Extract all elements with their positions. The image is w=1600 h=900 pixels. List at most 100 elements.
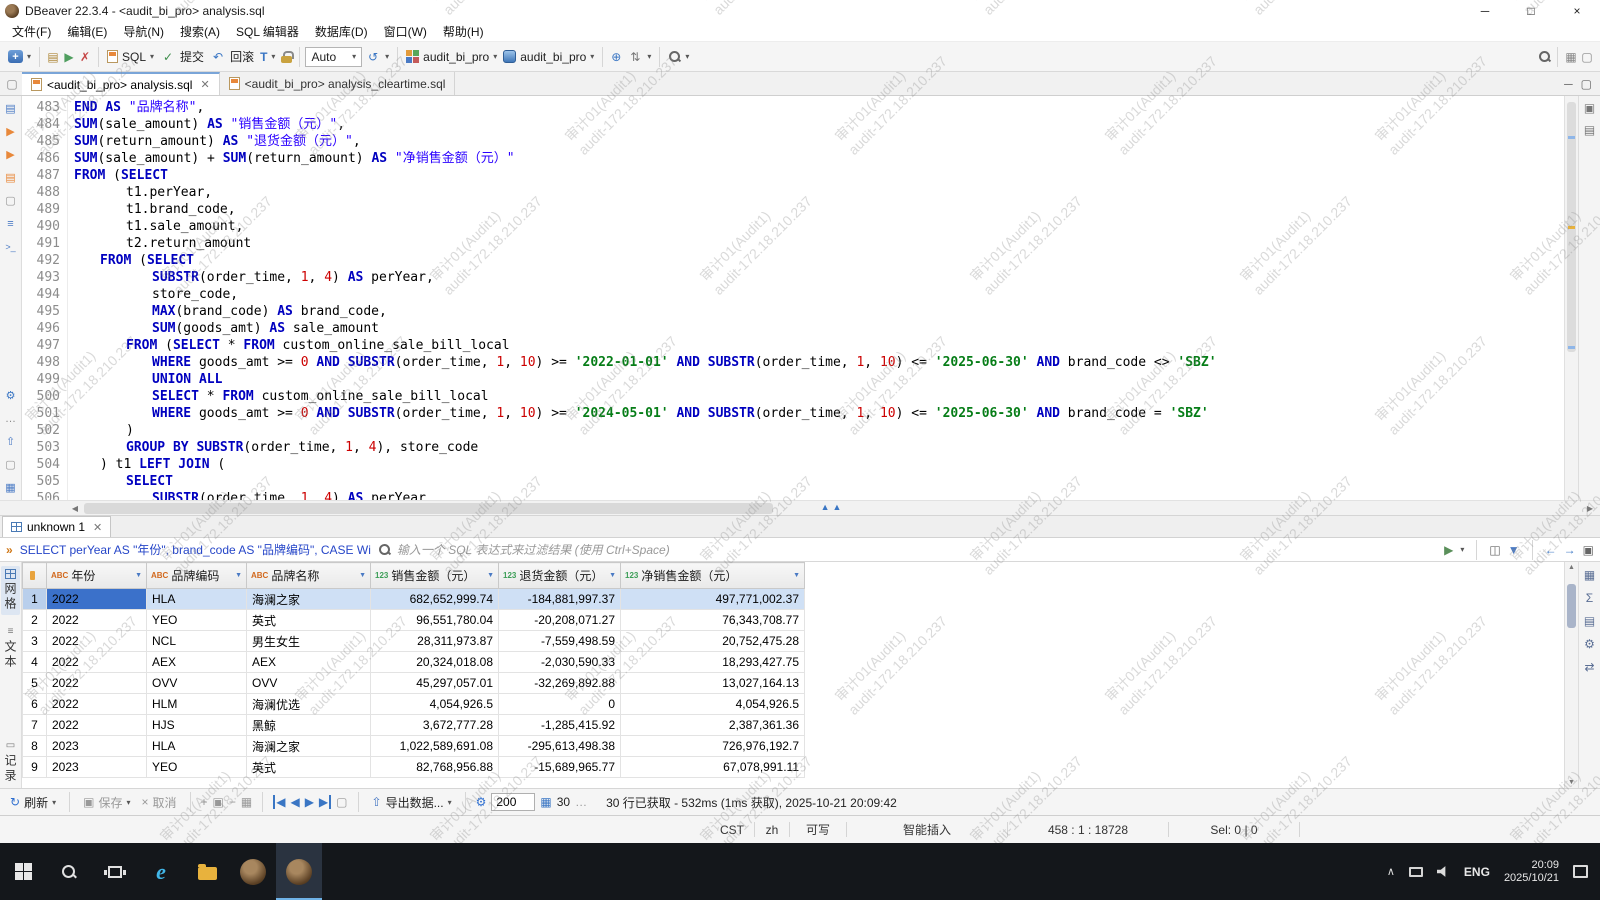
results-tab-unknown1[interactable]: unknown 1 ✕ (2, 516, 111, 537)
grid-cell[interactable]: 20,752,475.28 (621, 631, 805, 652)
execute-script-icon[interactable]: ▶ (3, 147, 19, 162)
column-header[interactable]: ABC年份▼ (47, 563, 147, 589)
perspective-grid-icon[interactable]: ▦ (1563, 49, 1579, 65)
grid-cell[interactable]: 0 (499, 694, 621, 715)
outline-icon[interactable]: ≡ (3, 216, 19, 231)
code-line[interactable]: FROM (SELECT (68, 167, 1564, 184)
grid-cell[interactable]: 497,771,002.37 (621, 589, 805, 610)
new-connection-button[interactable]: +▾ (5, 48, 34, 65)
column-sort-dropdown-icon[interactable]: ▼ (793, 572, 800, 579)
grid-cell[interactable]: 海澜之家 (247, 736, 371, 757)
value-viewer-panel-icon[interactable]: ▦ (1584, 568, 1595, 582)
input-language-indicator[interactable]: ENG (1464, 865, 1490, 879)
grid-cell[interactable]: 2022 (47, 610, 147, 631)
funnel-filter-icon[interactable]: ▼ (1508, 543, 1520, 557)
maximize-button[interactable]: □ (1508, 0, 1554, 22)
grid-cell[interactable]: 3,672,777.28 (371, 715, 499, 736)
open-panel-icon[interactable]: ▣ (1583, 543, 1594, 557)
close-tab-icon[interactable]: ✕ (200, 78, 209, 91)
query-history-button[interactable]: ↺▾ (362, 47, 392, 67)
table-row[interactable]: 92023YEO英式82,768,956.88-15,689,965.7767,… (23, 757, 805, 778)
grid-cell[interactable]: 英式 (247, 610, 371, 631)
network-icon[interactable] (1409, 867, 1423, 877)
scroll-down-icon[interactable]: ▼ (1565, 779, 1578, 786)
chevron-down-icon[interactable]: ▾ (1460, 545, 1464, 554)
menu-item[interactable]: 文件(F) (4, 21, 59, 42)
grid-cell[interactable]: 2022 (47, 589, 147, 610)
nav-back-icon[interactable]: ← (1545, 543, 1557, 557)
db-navigator-icon[interactable]: ▤ (3, 101, 19, 116)
commit-button[interactable]: ✓提交 (157, 46, 207, 67)
table-row[interactable]: 62022HLM海澜优选4,054,926.504,054,926.5 (23, 694, 805, 715)
nav-forward-icon[interactable]: → (1564, 543, 1576, 557)
results-vertical-scrollbar[interactable]: ▲ ▼ (1564, 562, 1578, 788)
row-number[interactable]: 6 (23, 694, 47, 715)
grid-cell[interactable]: -1,285,415.92 (499, 715, 621, 736)
grid-cell[interactable]: HLA (147, 736, 247, 757)
rollback-button[interactable]: ↶回滚 (207, 46, 257, 67)
row-number[interactable]: 7 (23, 715, 47, 736)
grid-cell[interactable]: NCL (147, 631, 247, 652)
grid-cell[interactable]: 20,324,018.08 (371, 652, 499, 673)
grid-cell[interactable]: 海澜优选 (247, 694, 371, 715)
table-row[interactable]: 32022NCL男生女生28,311,973.87-7,559,498.5920… (23, 631, 805, 652)
internet-explorer-button[interactable]: e (138, 843, 184, 900)
grid-cell[interactable]: HLM (147, 694, 247, 715)
grid-cell[interactable]: OVV (147, 673, 247, 694)
explain-plan-icon[interactable]: ▤ (3, 170, 19, 185)
column-header[interactable]: 123净销售金额（元）▼ (621, 563, 805, 589)
grid-cell[interactable]: 96,551,780.04 (371, 610, 499, 631)
edit-cell-icon[interactable]: ▦ (241, 795, 252, 809)
grid-cell[interactable]: -7,559,498.59 (499, 631, 621, 652)
dbeaver-taskbar-button-2[interactable] (276, 843, 322, 900)
grid-cell[interactable]: 英式 (247, 757, 371, 778)
restore-editor-icon[interactable]: ▢ (4, 76, 20, 92)
column-sort-dropdown-icon[interactable]: ▼ (359, 572, 366, 579)
auto-commit-combo[interactable]: Auto▾ (305, 47, 362, 67)
grid-cell[interactable]: OVV (247, 673, 371, 694)
row-number[interactable]: 3 (23, 631, 47, 652)
grid-cell[interactable]: 18,293,427.75 (621, 652, 805, 673)
grid-cell[interactable]: -184,881,997.37 (499, 589, 621, 610)
code-line[interactable]: GROUP BY SUBSTR(order_time, 1, 4), store… (68, 439, 1564, 456)
tab-analysis-cleartime-sql[interactable]: <audit_bi_pro> analysis_cleartime.sql (220, 72, 456, 95)
minimize-button[interactable]: ─ (1462, 0, 1508, 22)
grid-cell[interactable]: 682,652,999.74 (371, 589, 499, 610)
menu-item[interactable]: 编辑(E) (59, 21, 115, 42)
speaker-icon[interactable] (1437, 866, 1450, 878)
start-button[interactable] (0, 843, 46, 900)
save-button[interactable]: ▣保存▾ (80, 792, 133, 813)
grid-cell[interactable]: AEX (247, 652, 371, 673)
code-line[interactable]: ) (68, 422, 1564, 439)
sql-editor-menu-button[interactable]: SQL▾ (104, 48, 157, 66)
transaction-mode-button[interactable]: T▾ (257, 48, 278, 66)
grid-cell[interactable]: 2023 (47, 736, 147, 757)
references-panel-icon[interactable]: ⇄ (1584, 660, 1594, 674)
table-row[interactable]: 72022HJS黑鲸3,672,777.28-1,285,415.922,387… (23, 715, 805, 736)
grid-cell[interactable]: 男生女生 (247, 631, 371, 652)
column-sort-dropdown-icon[interactable]: ▼ (609, 572, 616, 579)
code-line[interactable]: UNION ALL (68, 371, 1564, 388)
code-line[interactable]: t2.return_amount (68, 235, 1564, 252)
task-view-button[interactable] (92, 843, 138, 900)
grid-cell[interactable]: -15,689,965.77 (499, 757, 621, 778)
menu-item[interactable]: SQL 编辑器 (228, 21, 307, 42)
show-hidden-icons-button[interactable]: ∧ (1387, 865, 1395, 878)
grid-cell[interactable]: 4,054,926.5 (621, 694, 805, 715)
quick-access-search-icon[interactable] (1536, 49, 1552, 65)
table-row[interactable]: 52022OVVOVV45,297,057.01-32,269,892.8813… (23, 673, 805, 694)
console-icon[interactable]: >_ (3, 239, 19, 254)
grid-cell[interactable]: -2,030,590.33 (499, 652, 621, 673)
column-sort-dropdown-icon[interactable]: ▼ (235, 572, 242, 579)
grid-cell[interactable]: 726,976,192.7 (621, 736, 805, 757)
code-line[interactable]: store_code, (68, 286, 1564, 303)
prev-row-icon[interactable]: ◀ (290, 795, 299, 809)
column-sort-dropdown-icon[interactable]: ▼ (135, 572, 142, 579)
code-line[interactable]: SUBSTR(order_time, 1, 4) AS perYear, (68, 269, 1564, 286)
grid-cell[interactable]: -295,613,498.38 (499, 736, 621, 757)
maximize-editor-icon[interactable]: ▢ (1581, 77, 1592, 91)
row-number[interactable]: 2 (23, 610, 47, 631)
abort-execution-icon[interactable]: ✗ (77, 49, 93, 65)
code-line[interactable]: WHERE goods_amt >= 0 AND SUBSTR(order_ti… (68, 405, 1564, 422)
grid-cell[interactable]: 黑鲸 (247, 715, 371, 736)
